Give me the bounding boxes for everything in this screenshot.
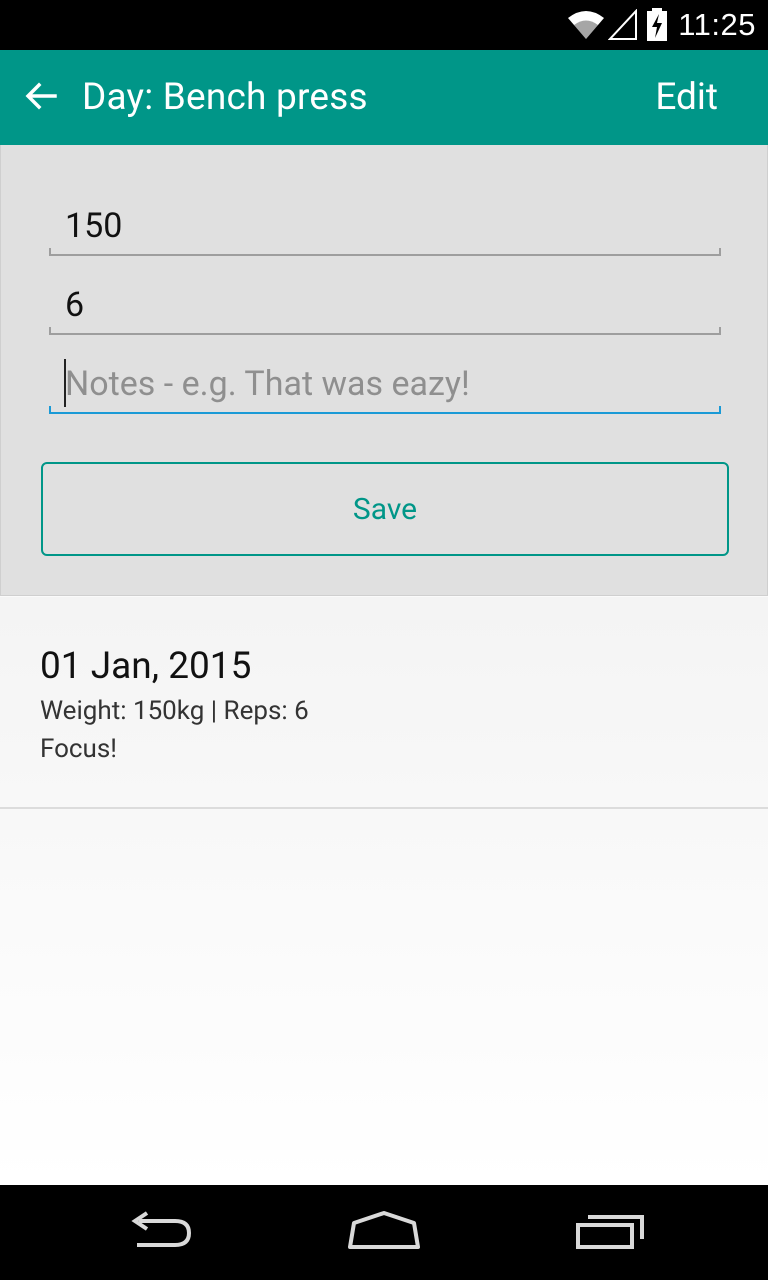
entry-details: Weight: 150kg | Reps: 6 (40, 696, 309, 726)
reps-field[interactable]: 6 (49, 275, 721, 335)
nav-home-icon (346, 1211, 422, 1255)
back-button[interactable] (14, 70, 68, 126)
status-bar: 11:25 (0, 0, 768, 50)
status-time: 11:25 (678, 7, 756, 42)
weight-field[interactable]: 150 (49, 196, 721, 256)
cell-signal-icon (608, 9, 638, 41)
nav-home-button[interactable] (339, 1205, 429, 1261)
field-underline (49, 248, 721, 256)
log-set-form: 150 6 Notes - e.g. That was eazy! Save (0, 145, 768, 596)
entry-notes: Focus! (40, 734, 117, 764)
nav-back-icon (125, 1211, 195, 1255)
wifi-icon (566, 10, 606, 40)
edit-button[interactable]: Edit (655, 50, 718, 145)
notes-placeholder: Notes - e.g. That was eazy! (65, 364, 470, 404)
save-button[interactable]: Save (41, 462, 729, 556)
nav-recents-icon (574, 1211, 646, 1255)
page-title: Day: Bench press (82, 76, 368, 119)
list-item[interactable]: 01 Jan, 2015 Weight: 150kg | Reps: 6 Foc… (0, 597, 768, 809)
reps-value: 6 (65, 285, 85, 325)
nav-recents-button[interactable] (565, 1205, 655, 1261)
entries-list: 01 Jan, 2015 Weight: 150kg | Reps: 6 Foc… (0, 597, 768, 1185)
nav-back-button[interactable] (115, 1205, 205, 1261)
status-icons: 11:25 (566, 0, 756, 50)
field-underline (49, 406, 721, 414)
entry-date: 01 Jan, 2015 (40, 645, 252, 688)
app-bar: Day: Bench press Edit (0, 50, 768, 145)
field-underline (49, 327, 721, 335)
battery-charging-icon (646, 8, 668, 42)
weight-value: 150 (65, 206, 123, 246)
text-caret (64, 359, 66, 407)
notes-field[interactable]: Notes - e.g. That was eazy! (49, 354, 721, 414)
arrow-back-icon (25, 82, 57, 114)
navigation-bar (0, 1185, 768, 1280)
